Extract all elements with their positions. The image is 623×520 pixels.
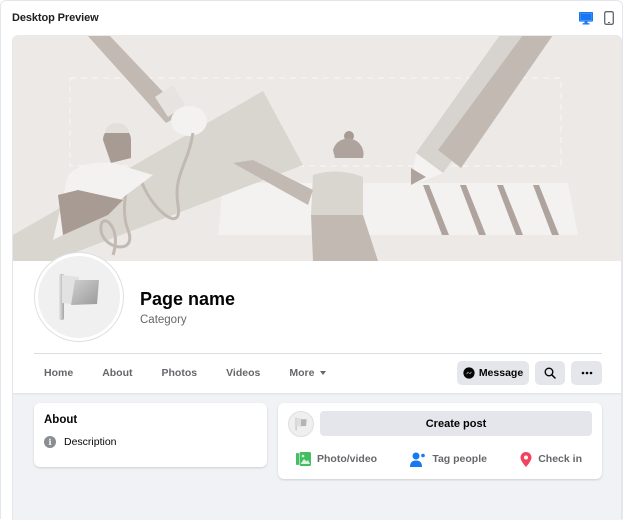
flag-icon (295, 417, 307, 431)
search-button[interactable] (535, 361, 565, 385)
about-card: About i Description (34, 403, 267, 467)
composer-avatar (288, 411, 314, 437)
messenger-icon (463, 367, 475, 379)
page-tabs: Home About Photos Videos More (34, 361, 345, 385)
tag-people-label: Tag people (432, 453, 487, 465)
about-description-row[interactable]: i Description (44, 436, 117, 448)
tab-label: Videos (226, 367, 261, 379)
profile-avatar[interactable] (35, 253, 123, 341)
more-options-button[interactable] (571, 361, 602, 385)
search-icon (544, 367, 556, 379)
flag-icon (59, 274, 99, 320)
cover-photo[interactable] (13, 35, 621, 261)
check-in-icon (520, 451, 532, 467)
mobile-icon[interactable] (602, 11, 616, 25)
photo-video-button[interactable]: Photo/video (288, 452, 387, 466)
about-description: Description (64, 436, 117, 448)
photo-video-icon (296, 452, 311, 466)
tab-label: Photos (161, 367, 198, 379)
info-icon: i (44, 436, 56, 448)
create-post-button[interactable]: Create post (320, 411, 592, 436)
view-mode-toggle (579, 11, 616, 25)
header-divider (34, 353, 602, 354)
profile-header: Page name Category Home About Photos Vid… (13, 35, 621, 393)
tab-photos[interactable]: Photos (152, 367, 198, 379)
more-dots-icon (581, 371, 592, 375)
tag-people-button[interactable]: Tag people (402, 452, 497, 467)
tab-label: Home (44, 367, 74, 379)
check-in-button[interactable]: Check in (512, 451, 592, 467)
create-post-card: Create post Photo/video Tag people Check… (278, 403, 602, 479)
tag-people-icon (410, 452, 426, 467)
tab-more[interactable]: More (279, 367, 327, 379)
page-preview: Page name Category Home About Photos Vid… (12, 35, 622, 520)
tab-videos[interactable]: Videos (216, 367, 260, 379)
panel-title: Desktop Preview (12, 12, 99, 24)
tab-label: About (102, 367, 133, 379)
caret-down-icon (320, 371, 327, 375)
desktop-preview-panel: Desktop Preview Page name Category Home … (0, 0, 623, 520)
tab-about[interactable]: About (92, 367, 132, 379)
composer-actions: Photo/video Tag people Check in (288, 448, 592, 470)
photo-video-label: Photo/video (317, 453, 378, 465)
cover-illustration (13, 35, 621, 261)
page-name: Page name (140, 289, 236, 309)
page-category: Category (140, 314, 187, 326)
tab-home[interactable]: Home (34, 367, 73, 379)
about-title: About (44, 414, 78, 426)
desktop-icon[interactable] (579, 11, 593, 25)
check-in-label: Check in (538, 453, 582, 465)
message-button[interactable]: Message (457, 361, 529, 385)
page-actions: Message (457, 361, 602, 385)
message-label: Message (478, 367, 524, 379)
tab-label: More (289, 367, 315, 379)
